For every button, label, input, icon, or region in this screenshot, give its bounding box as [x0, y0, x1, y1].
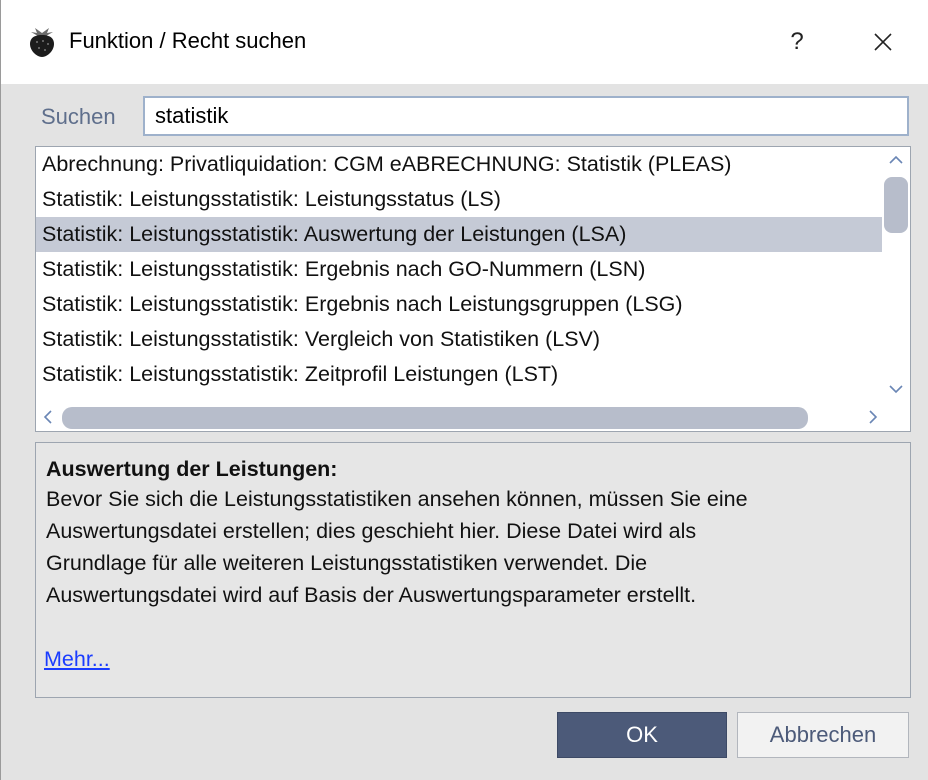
scroll-down-icon[interactable]: [882, 379, 910, 401]
close-button[interactable]: [857, 16, 909, 68]
search-label: Suchen: [41, 104, 116, 129]
scroll-up-icon[interactable]: [882, 149, 910, 171]
description-line: Grundlage für alle weiteren Leistungssta…: [46, 551, 648, 575]
description-text: Bevor Sie sich die Leistungsstatistiken …: [46, 483, 900, 611]
help-button[interactable]: ?: [771, 16, 823, 68]
description-line: Bevor Sie sich die Leistungsstatistiken …: [46, 487, 748, 511]
result-rows: Abrechnung: Privatliquidation: CGM eABRE…: [36, 147, 884, 403]
more-link[interactable]: Mehr...: [44, 647, 110, 672]
result-item[interactable]: Statistik: Leistungsstatistik: Vergleich…: [36, 322, 884, 357]
ok-button[interactable]: OK: [557, 712, 727, 758]
horizontal-scroll-thumb[interactable]: [62, 407, 808, 429]
description-panel: Auswertung der Leistungen: Bevor Sie sic…: [35, 442, 911, 698]
title-bar[interactable]: Funktion / Recht suchen ?: [1, 0, 928, 84]
vertical-scroll-thumb[interactable]: [884, 177, 908, 233]
horizontal-scrollbar[interactable]: [36, 403, 884, 431]
result-item[interactable]: Statistik: Leistungsstatistik: Ergebnis …: [36, 252, 884, 287]
search-input[interactable]: [143, 96, 909, 136]
result-item[interactable]: Abrechnung: Privatliquidation: CGM eABRE…: [36, 147, 884, 182]
close-icon: [873, 33, 893, 51]
result-item[interactable]: Statistik: Leistungsstatistik: Leistungs…: [36, 182, 884, 217]
scroll-right-icon[interactable]: [862, 403, 884, 431]
strawberry-icon: [29, 26, 55, 58]
description-line: Auswertungsdatei erstellen; dies geschie…: [46, 519, 697, 543]
result-item-selected[interactable]: Statistik: Leistungsstatistik: Auswertun…: [36, 217, 884, 252]
cancel-button[interactable]: Abbrechen: [737, 712, 909, 758]
search-dialog: Funktion / Recht suchen ? Suchen Abrechn…: [0, 0, 928, 780]
description-heading: Auswertung der Leistungen:: [46, 457, 338, 481]
result-item[interactable]: Statistik: Leistungsstatistik: Zeitprofi…: [36, 357, 884, 392]
result-list[interactable]: Abrechnung: Privatliquidation: CGM eABRE…: [35, 146, 911, 432]
window-title: Funktion / Recht suchen: [69, 28, 307, 53]
description-line: Auswertungsdatei wird auf Basis der Ausw…: [46, 583, 697, 607]
result-item[interactable]: Statistik: Leistungsstatistik: Ergebnis …: [36, 287, 884, 322]
vertical-scrollbar[interactable]: [882, 147, 910, 403]
scroll-left-icon[interactable]: [36, 403, 58, 431]
